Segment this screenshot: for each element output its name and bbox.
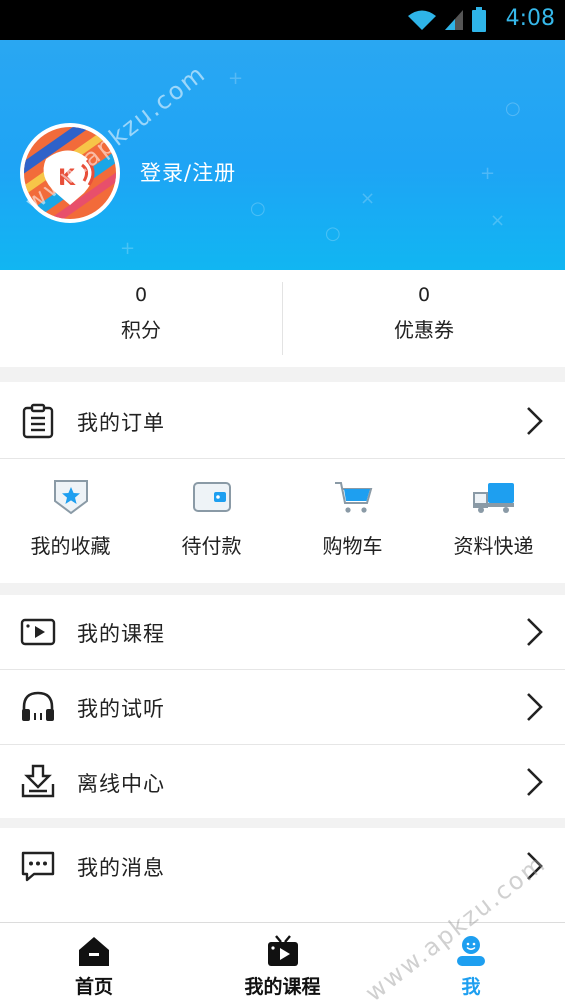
offline-center-label: 离线中心 bbox=[77, 772, 165, 796]
decor-plus-icon: + bbox=[228, 68, 244, 89]
quick-action-label: 我的收藏 bbox=[30, 534, 111, 558]
chevron-right-icon bbox=[527, 852, 543, 880]
tab-me[interactable]: 我 bbox=[377, 923, 565, 1005]
status-icons bbox=[407, 6, 487, 34]
chevron-right-icon bbox=[527, 618, 543, 646]
my-orders-label: 我的订单 bbox=[77, 411, 165, 435]
wallet-icon bbox=[192, 482, 231, 512]
chevron-right-icon bbox=[527, 768, 543, 796]
avatar[interactable]: K bbox=[20, 123, 120, 223]
coupons-value: 0 bbox=[417, 284, 431, 306]
quick-actions: 我的收藏 待付款 购物车 资料快递 bbox=[0, 459, 565, 583]
decor-circle-icon: ○ bbox=[325, 223, 341, 244]
message-icon bbox=[21, 851, 55, 882]
points-value: 0 bbox=[134, 284, 148, 306]
svg-text:K: K bbox=[58, 166, 76, 191]
decor-circle-icon: ○ bbox=[505, 98, 521, 119]
offline-center-row[interactable]: 离线中心 bbox=[0, 745, 565, 819]
quick-action-cart[interactable]: 购物车 bbox=[282, 459, 423, 584]
decor-plus-icon: + bbox=[480, 163, 496, 184]
my-courses-label: 我的课程 bbox=[77, 622, 165, 646]
profile-header: + × + ○ ○ + × ○ K 登录/注册 bbox=[0, 40, 565, 270]
quick-action-material-delivery[interactable]: 资料快递 bbox=[423, 459, 564, 584]
tv-icon bbox=[267, 935, 298, 966]
favorite-shield-icon bbox=[53, 480, 88, 515]
chevron-right-icon bbox=[527, 407, 543, 435]
app-logo-icon: K bbox=[24, 127, 116, 219]
tab-label: 我的课程 bbox=[244, 976, 321, 998]
quick-action-label: 资料快递 bbox=[453, 534, 534, 558]
battery-icon bbox=[472, 7, 486, 32]
my-orders-row[interactable]: 我的订单 bbox=[0, 384, 565, 458]
messages-card: 我的消息 bbox=[0, 828, 565, 922]
coupons-stat[interactable]: 0 优惠券 bbox=[283, 270, 565, 367]
my-trial-label: 我的试听 bbox=[77, 697, 165, 721]
decor-circle-icon: ○ bbox=[250, 198, 266, 219]
my-courses-row[interactable]: 我的课程 bbox=[0, 595, 565, 669]
quick-action-favorites[interactable]: 我的收藏 bbox=[0, 459, 141, 584]
quick-action-pending-payment[interactable]: 待付款 bbox=[141, 459, 282, 584]
orders-card: 我的订单 我的收藏 待付款 购物车 资料快递 bbox=[0, 382, 565, 583]
my-messages-label: 我的消息 bbox=[77, 856, 165, 880]
stats-panel: 0 积分 0 优惠券 bbox=[0, 270, 565, 367]
tab-home[interactable]: 首页 bbox=[0, 923, 188, 1005]
tab-my-courses[interactable]: 我的课程 bbox=[188, 923, 377, 1005]
home-icon bbox=[79, 937, 109, 966]
clipboard-icon bbox=[22, 403, 54, 439]
wifi-icon bbox=[408, 10, 436, 30]
video-icon bbox=[20, 618, 56, 646]
points-label: 积分 bbox=[121, 318, 161, 342]
user-icon bbox=[457, 936, 485, 966]
status-bar: 4:08 bbox=[0, 0, 565, 40]
truck-icon bbox=[472, 483, 514, 513]
coupons-label: 优惠券 bbox=[394, 318, 454, 342]
points-stat[interactable]: 0 积分 bbox=[0, 270, 282, 367]
login-register-link[interactable]: 登录/注册 bbox=[140, 157, 236, 187]
chevron-right-icon bbox=[527, 693, 543, 721]
decor-plus-icon: × bbox=[360, 188, 376, 209]
my-messages-row[interactable]: 我的消息 bbox=[0, 829, 565, 903]
headphones-icon bbox=[22, 691, 54, 721]
bottom-tab-bar: 首页 我的课程 我 bbox=[0, 922, 565, 1005]
courses-card: 我的课程 我的试听 离线中心 bbox=[0, 595, 565, 818]
quick-action-label: 待付款 bbox=[181, 534, 242, 558]
decor-plus-icon: + bbox=[120, 238, 136, 259]
cart-icon bbox=[334, 482, 372, 513]
quick-action-label: 购物车 bbox=[322, 534, 383, 558]
tab-label: 首页 bbox=[74, 976, 113, 998]
signal-icon bbox=[445, 10, 463, 30]
status-time: 4:08 bbox=[505, 6, 555, 31]
tab-label: 我 bbox=[461, 976, 481, 998]
my-trial-row[interactable]: 我的试听 bbox=[0, 670, 565, 744]
decor-plus-icon: × bbox=[490, 210, 506, 231]
download-icon bbox=[21, 764, 55, 798]
